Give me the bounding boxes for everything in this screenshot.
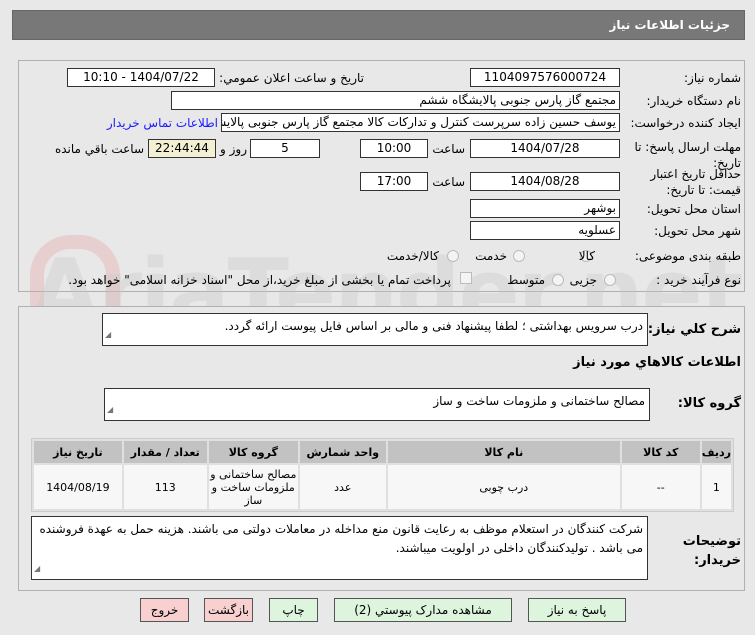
cell-unit: عدد xyxy=(299,465,386,509)
col-group: گروه کالا xyxy=(208,441,298,463)
city-field[interactable]: عسلویه xyxy=(470,221,620,240)
resize-grip-icon[interactable]: ◢ xyxy=(105,325,111,344)
city-label: شهر محل تحویل: xyxy=(654,224,741,238)
province-field[interactable]: بوشهر xyxy=(470,199,620,218)
process-medium-label: متوسط xyxy=(507,273,545,287)
page-title: جزئیات اطلاعات نیاز xyxy=(609,18,730,32)
need-number-label: شماره نیاز: xyxy=(684,71,741,85)
buyer-label: نام دستگاه خريدار: xyxy=(646,94,742,108)
table-row: 1 -- درب چوبی عدد مصالح ساختمانی و ملزوم… xyxy=(34,465,731,509)
process-medium-radio[interactable] xyxy=(552,274,564,286)
category-service-radio[interactable] xyxy=(513,250,525,262)
category-service-label: خدمت xyxy=(475,249,507,263)
goods-section-title: اطلاعات کالاهاي مورد نياز xyxy=(573,355,741,370)
process-minor-label: جزیی xyxy=(569,273,597,287)
treasury-payment-note: پرداخت تمام یا بخشی از مبلغ خرید،از محل … xyxy=(68,273,451,287)
days-field[interactable]: 5 xyxy=(250,139,320,158)
province-label: استان محل تحویل: xyxy=(646,202,741,216)
cell-quantity: 113 xyxy=(123,465,207,509)
goods-group-label: گروه کالا: xyxy=(677,396,741,411)
page-header: جزئیات اطلاعات نیاز xyxy=(12,10,745,40)
category-label: طبقه بندی موضوعی: xyxy=(634,249,741,263)
need-number-field[interactable]: 1104097576000724 xyxy=(470,68,620,87)
deadline-time-label: ساعت xyxy=(432,142,465,156)
resize-grip-icon[interactable]: ◢ xyxy=(34,559,40,578)
goods-table: ردیف کد کالا نام کالا واحد شمارش گروه کا… xyxy=(31,438,734,512)
treasury-payment-checkbox[interactable] xyxy=(460,272,472,284)
col-unit: واحد شمارش xyxy=(299,441,386,463)
buyer-contact-link[interactable]: اطلاعات تماس خریدار xyxy=(107,116,218,130)
exit-button[interactable]: خروج xyxy=(140,598,189,622)
deadline-date-field[interactable]: 1404/07/28 xyxy=(470,139,620,158)
validity-time-field[interactable]: 17:00 xyxy=(360,172,428,191)
col-code: کد کالا xyxy=(621,441,700,463)
back-button[interactable]: بازگشت xyxy=(204,598,253,622)
creator-label: ایجاد کننده درخواست: xyxy=(630,116,741,130)
category-goods-label: کالا xyxy=(578,249,595,263)
col-row: ردیف xyxy=(701,441,731,463)
buyer-field[interactable]: مجتمع گاز پارس جنوبی پالایشگاه ششم xyxy=(171,91,620,110)
category-both-radio[interactable] xyxy=(447,250,459,262)
notes-textarea[interactable]: شرکت کنندگان در استعلام موظف به رعایت قا… xyxy=(31,516,648,580)
days-label: روز و xyxy=(220,142,247,156)
col-name: نام کالا xyxy=(387,441,620,463)
description-textarea[interactable]: درب سرویس بهداشتی ؛ لطفا پیشنهاد فنی و م… xyxy=(102,313,648,346)
announce-label: تاریخ و ساعت اعلان عمومي: xyxy=(219,71,364,85)
resize-grip-icon[interactable]: ◢ xyxy=(107,400,113,419)
print-button[interactable]: چاپ xyxy=(269,598,318,622)
description-label: شرح کلي نياز: xyxy=(647,322,741,337)
notes-label: توضیحات خریدار: xyxy=(682,534,741,568)
creator-field[interactable]: یوسف حسین زاده سرپرست کنترل و تداركات کا… xyxy=(221,113,620,132)
announce-field[interactable]: 1404/07/22 - 10:10 xyxy=(67,68,215,87)
validity-time-label: ساعت xyxy=(432,175,465,189)
notes-text: شرکت کنندگان در استعلام موظف به رعایت قا… xyxy=(39,522,643,555)
process-minor-radio[interactable] xyxy=(604,274,616,286)
goods-group-textarea[interactable]: مصالح ساختمانی و ملزومات ساخت و ساز ◢ xyxy=(104,388,650,421)
cell-group: مصالح ساختمانی و ملزومات ساخت و ساز xyxy=(208,465,298,509)
reply-button[interactable]: پاسخ به نياز xyxy=(528,598,626,622)
col-date: تاریخ نیاز xyxy=(34,441,122,463)
validity-date-field[interactable]: 1404/08/28 xyxy=(470,172,620,191)
validity-label: حداقل تاریخ اعتبار قیمت: تا تاریخ: xyxy=(650,167,741,197)
remaining-label: ساعت باقي مانده xyxy=(54,142,144,156)
cell-name: درب چوبی xyxy=(387,465,620,509)
description-text: درب سرویس بهداشتی ؛ لطفا پیشنهاد فنی و م… xyxy=(224,319,643,333)
deadline-time-field[interactable]: 10:00 xyxy=(360,139,428,158)
cell-code: -- xyxy=(621,465,700,509)
table-header-row: ردیف کد کالا نام کالا واحد شمارش گروه کا… xyxy=(34,441,731,463)
process-label: نوع فرآیند خرید : xyxy=(656,273,741,287)
category-both-label: کالا/خدمت xyxy=(386,249,439,263)
goods-group-text: مصالح ساختمانی و ملزومات ساخت و ساز xyxy=(433,394,645,408)
cell-date: 1404/08/19 xyxy=(34,465,122,509)
view-attachments-button[interactable]: مشاهده مدارک پيوستي (2) xyxy=(334,598,512,622)
remaining-timer: 22:44:44 xyxy=(148,139,216,158)
col-quantity: تعداد / مقدار xyxy=(123,441,207,463)
cell-row: 1 xyxy=(701,465,731,509)
